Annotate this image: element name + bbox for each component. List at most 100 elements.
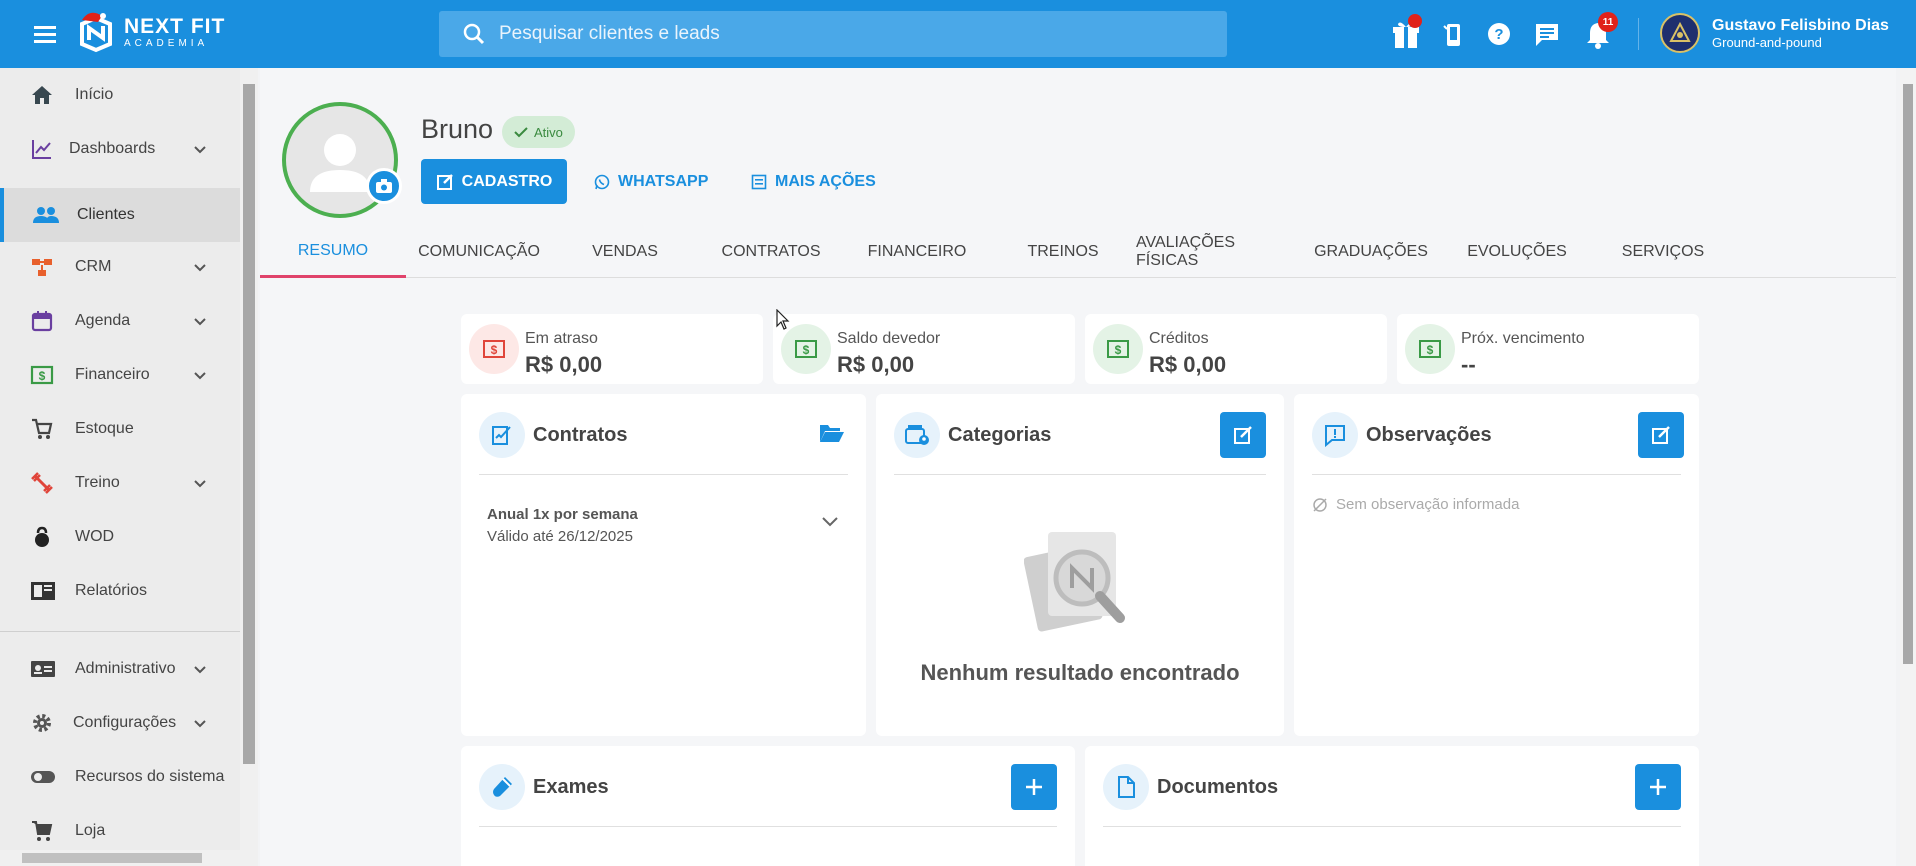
camera-icon[interactable] <box>366 168 402 204</box>
logo-subtitle: ACADEMIA <box>124 37 209 49</box>
whatsapp-label: WHATSAPP <box>618 172 709 190</box>
check-icon <box>514 127 528 138</box>
sidebar-item-label: Treino <box>75 474 120 491</box>
add-document-button[interactable] <box>1635 764 1681 810</box>
tab-financeiro[interactable]: FINANCEIRO <box>844 226 990 278</box>
cart-icon <box>32 418 53 439</box>
edit-icon <box>1652 426 1670 444</box>
logo-name: NEXT FIT <box>124 14 226 38</box>
svg-text:?: ? <box>1494 26 1503 43</box>
money-icon: $ <box>30 365 54 385</box>
user-menu[interactable]: Gustavo Felisbino Dias Ground-and-pound <box>1660 13 1889 53</box>
sidebar-horizontal-thumb[interactable] <box>22 853 202 863</box>
sidebar-item-agenda[interactable]: Agenda <box>0 294 240 348</box>
search-input[interactable] <box>499 23 1199 45</box>
observations-card: Observações Sem observação informada <box>1294 394 1699 736</box>
card-separator <box>1312 474 1681 475</box>
menu-icon[interactable] <box>32 22 58 46</box>
chevron-down-icon <box>194 666 206 674</box>
chevron-down-icon <box>194 146 206 154</box>
stat-card-prox-vencimento: $ Próx. vencimento -- <box>1397 314 1699 384</box>
report-icon <box>31 582 55 600</box>
document-icon <box>1103 764 1149 810</box>
gift-icon[interactable] <box>1392 14 1422 50</box>
plus-icon <box>1026 779 1042 795</box>
client-tabs: RESUMO COMUNICAÇÃO VENDAS CONTRATOS FINA… <box>260 226 1896 278</box>
chevron-down-icon[interactable] <box>821 514 839 528</box>
edit-categories-button[interactable] <box>1220 412 1266 458</box>
documents-title: Documentos <box>1157 776 1279 798</box>
tab-avaliacoes[interactable]: AVALIAÇÕES FÍSICAS <box>1136 226 1298 278</box>
add-exam-button[interactable] <box>1011 764 1057 810</box>
sidebar-scroll-thumb[interactable] <box>243 84 255 764</box>
logo-icon <box>80 12 112 53</box>
card-separator <box>1103 826 1681 827</box>
card-separator <box>894 474 1266 475</box>
people-icon <box>33 207 59 223</box>
app-logo[interactable]: NEXT FIT ACADEMIA <box>76 10 225 54</box>
dumbbell-icon <box>31 472 53 494</box>
sidebar-item-label: Início <box>75 86 114 103</box>
stat-card-creditos: $ Créditos R$ 0,00 <box>1085 314 1387 384</box>
sidebar-item-inicio[interactable]: Início <box>0 68 240 122</box>
tab-vendas[interactable]: VENDAS <box>552 226 698 278</box>
edit-observations-button[interactable] <box>1638 412 1684 458</box>
sidebar-item-treino[interactable]: Treino <box>0 456 240 510</box>
folder-open-icon[interactable] <box>819 422 845 444</box>
bell-icon[interactable]: 11 <box>1584 12 1618 50</box>
sidebar-item-label: Clientes <box>77 206 135 223</box>
sidebar-item-label: Agenda <box>75 312 131 329</box>
svg-text:$: $ <box>39 369 46 383</box>
sidebar-item-label: Loja <box>75 822 106 839</box>
sidebar-item-dashboards[interactable]: Dashboards <box>0 122 240 176</box>
search-bar[interactable] <box>439 11 1227 57</box>
sidebar-item-label: Estoque <box>75 420 134 437</box>
tab-evolucoes[interactable]: EVOLUÇÕES <box>1444 226 1590 278</box>
tab-treinos[interactable]: TREINOS <box>990 226 1136 278</box>
mais-acoes-button[interactable]: MAIS AÇÕES <box>751 159 876 204</box>
whatsapp-button[interactable]: WHATSAPP <box>594 159 708 204</box>
chart-icon <box>32 140 51 159</box>
tab-servicos[interactable]: SERVIÇOS <box>1590 226 1736 278</box>
categories-title: Categorias <box>948 424 1052 446</box>
home-icon <box>32 86 52 104</box>
sidebar-item-configuracoes[interactable]: Configurações <box>0 696 240 750</box>
help-icon[interactable]: ? <box>1486 18 1512 50</box>
chevron-down-icon <box>194 318 206 326</box>
money-icon: $ <box>1405 324 1455 374</box>
sidebar: Início Dashboards Clientes CRM Agenda $ … <box>0 68 240 866</box>
exams-title: Exames <box>533 776 609 798</box>
stat-label: Próx. vencimento <box>1461 330 1585 347</box>
sidebar-item-label: Administrativo <box>75 660 176 677</box>
gear-icon <box>33 714 51 732</box>
sidebar-item-recursos[interactable]: Recursos do sistema <box>0 750 240 804</box>
exams-card: Exames <box>461 746 1075 866</box>
status-badge: Ativo <box>502 116 575 148</box>
top-bar: NEXT FIT ACADEMIA ? 11 Gustavo Felisbino… <box>0 0 1916 68</box>
tab-contratos[interactable]: CONTRATOS <box>698 226 844 278</box>
sidebar-item-relatorios[interactable]: Relatórios <box>0 564 240 618</box>
sidebar-item-wod[interactable]: WOD <box>0 510 240 564</box>
shop-cart-icon <box>32 821 53 841</box>
svg-text:$: $ <box>491 343 498 357</box>
tab-comunicacao[interactable]: COMUNICAÇÃO <box>406 226 552 278</box>
sidebar-item-financeiro[interactable]: $ Financeiro <box>0 348 240 402</box>
sidebar-item-clientes[interactable]: Clientes <box>0 188 240 242</box>
stat-value: R$ 0,00 <box>525 352 603 377</box>
chat-icon[interactable] <box>1534 18 1560 50</box>
client-name: Bruno <box>421 114 494 144</box>
crm-icon <box>32 259 52 276</box>
chevron-down-icon <box>194 264 206 272</box>
observations-title: Observações <box>1366 424 1492 446</box>
svg-text:$: $ <box>1115 343 1122 357</box>
chevron-down-icon <box>194 480 206 488</box>
sidebar-item-administrativo[interactable]: Administrativo <box>0 642 240 696</box>
phone-icon[interactable] <box>1442 18 1464 50</box>
page-scroll-thumb[interactable] <box>1903 84 1913 664</box>
tab-resumo[interactable]: RESUMO <box>260 226 406 278</box>
tab-graduacoes[interactable]: GRADUAÇÕES <box>1298 226 1444 278</box>
cadastro-button[interactable]: CADASTRO <box>421 159 567 204</box>
sidebar-item-crm[interactable]: CRM <box>0 240 240 294</box>
sidebar-item-label: Relatórios <box>75 582 148 599</box>
sidebar-item-estoque[interactable]: Estoque <box>0 402 240 456</box>
